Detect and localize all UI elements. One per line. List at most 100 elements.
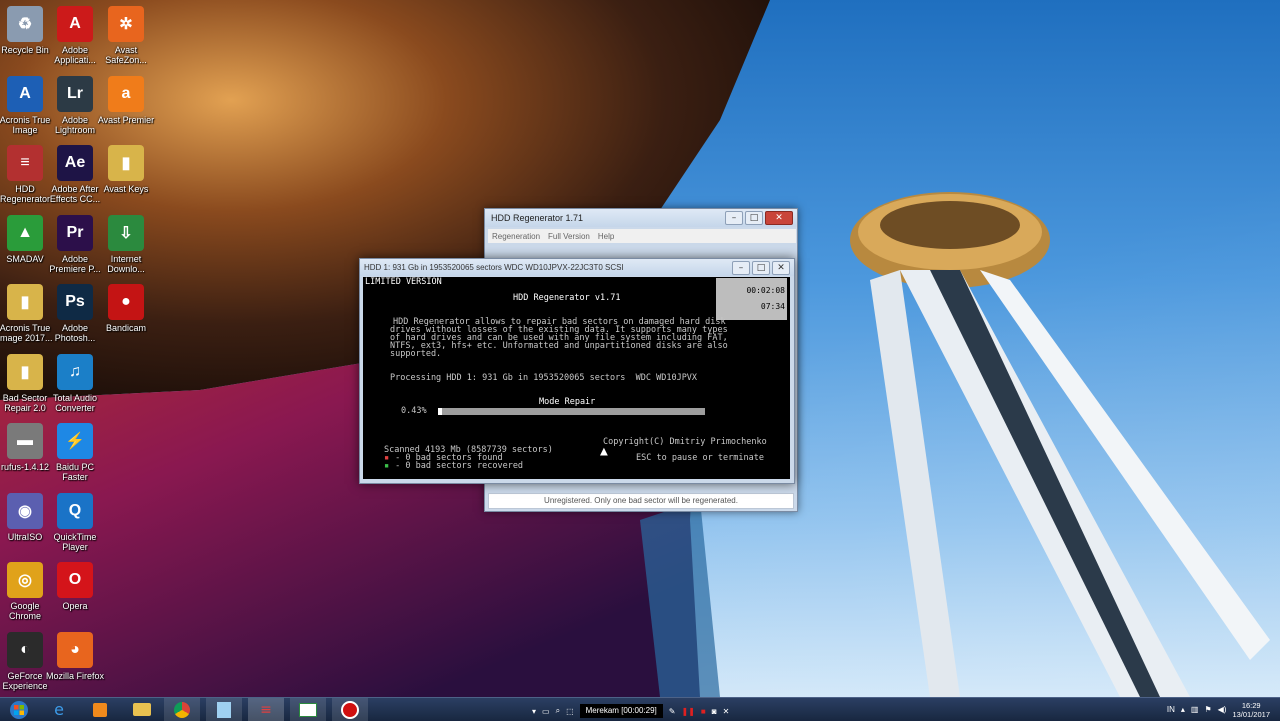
clock-time: 16:29 (1241, 700, 1261, 710)
photoshop-icon: Ps (57, 284, 93, 320)
geforce-icon: ◐ (7, 631, 43, 668)
recorder-zoom-icon[interactable]: ⌕ (556, 706, 560, 716)
chrome-taskbar-icon[interactable] (164, 698, 200, 721)
esc-hint: ESC to pause or terminate (636, 453, 764, 463)
bandicam-taskbar-icon[interactable] (332, 698, 368, 721)
volume-icon[interactable]: ◀) (1218, 705, 1227, 714)
chrome-icon: ◎ (7, 562, 43, 598)
recorder-close-icon[interactable]: ✕ (723, 707, 730, 716)
windows-logo-icon (10, 700, 28, 719)
minimize-button[interactable]: – (732, 261, 750, 275)
console-heading: HDD Regenerator v1.71 (513, 293, 621, 303)
recorder-window-icon[interactable]: ▭ (542, 707, 550, 716)
acronis-icon: A (7, 75, 43, 112)
recorder-menu-icon[interactable]: ▾ (532, 707, 536, 716)
lightroom-icon: Lr (57, 75, 93, 112)
desktop-icon-label: Opera (62, 601, 88, 611)
recorder-pen-icon[interactable]: ✎ (669, 707, 676, 716)
menu-full-version[interactable]: Full Version (548, 232, 590, 241)
menu-help[interactable]: Help (598, 232, 614, 241)
timer: 00:02:08 07:34 (715, 278, 787, 320)
hdd-regenerator-taskbar-icon[interactable]: ≡ (248, 698, 284, 721)
desktop-icon-label: QuickTime Player (53, 531, 97, 552)
desktop-icon[interactable]: ● Bandicam (95, 284, 157, 333)
folder-icon: ▮ (7, 353, 43, 390)
avast-icon: a (108, 75, 144, 112)
clock-date: 13/01/2017 (1232, 709, 1270, 719)
close-button[interactable]: ✕ (765, 211, 793, 225)
console-taskbar-icon[interactable] (290, 698, 326, 721)
folder-icon: ▮ (7, 284, 43, 320)
close-button[interactable]: ✕ (772, 261, 790, 275)
regeneration-console-window: HDD 1: 931 Gb in 1953520065 sectors WDC … (359, 258, 795, 484)
network-icon[interactable]: ▥ (1191, 705, 1199, 714)
file-explorer-icon[interactable] (128, 698, 156, 721)
desktop-icon-label: Total Audio Converter (52, 392, 98, 413)
language-indicator[interactable]: IN (1167, 705, 1175, 714)
mode-label: Mode Repair (539, 397, 596, 407)
clock[interactable]: 16:29 13/01/2017 (1232, 701, 1270, 719)
premiere-icon: Pr (57, 214, 93, 251)
notepad-taskbar-icon[interactable] (206, 698, 242, 721)
desktop-icon[interactable]: ⚡ Baidu PC Faster (44, 423, 106, 482)
desktop-icon-label: Avast Keys (103, 184, 149, 194)
desktop-icon[interactable]: ◕ Mozilla Firefox (44, 631, 106, 681)
baidu-icon: ⚡ (57, 423, 93, 459)
tray-arrow-icon[interactable]: ▴ (1181, 705, 1185, 714)
bandicam-icon: ● (108, 284, 144, 320)
system-tray: IN ▴ ▥ ⚑ ◀) 16:29 13/01/2017 (1167, 698, 1270, 721)
start-button[interactable] (2, 698, 36, 721)
progress-bar (438, 408, 705, 415)
recorder-pause-icon[interactable]: ❚❚ (681, 707, 694, 716)
mouse-cursor: ▲ (600, 444, 608, 459)
idm-icon: ⇩ (108, 214, 144, 251)
processing-line: Processing HDD 1: 931 Gb in 1953520065 s… (390, 373, 698, 383)
remaining-time: 07:34 (760, 302, 785, 311)
recovered-line: - 0 bad sectors recovered (390, 461, 524, 471)
desktop-icon[interactable]: a Avast Premier (95, 75, 157, 125)
desktop-icon-label: Bandicam (105, 323, 147, 333)
menu-bar: Regeneration Full Version Help (488, 229, 796, 243)
recorder-region-icon[interactable]: ⬚ (566, 707, 574, 716)
desktop-icon[interactable]: Q QuickTime Player (44, 492, 106, 552)
recording-timer: Merekam [00:00:29] (579, 704, 663, 718)
recorder-camera-icon[interactable]: ◙ (712, 707, 717, 716)
desktop-icon-label: Mozilla Firefox (45, 670, 104, 681)
audio-converter-icon: ♫ (57, 353, 93, 390)
recycle-bin-icon: ♻ (7, 6, 43, 42)
internet-explorer-icon[interactable]: e (44, 698, 74, 721)
recorder-stop-icon[interactable]: ■ (701, 707, 706, 716)
ultraiso-icon: ◉ (7, 492, 43, 529)
media-player-icon[interactable] (86, 698, 114, 721)
limited-version-label: LIMITED VERSION (365, 277, 442, 287)
opera-icon: O (57, 562, 93, 598)
progress-fill (438, 408, 442, 415)
console-output: LIMITED VERSION 00:02:08 07:34 HDD Regen… (363, 277, 790, 479)
adobe-icon: A (57, 6, 93, 42)
maximize-button[interactable]: □ (752, 261, 770, 275)
description-line: supported. (390, 349, 442, 359)
menu-regeneration[interactable]: Regeneration (492, 232, 540, 241)
title-bar[interactable]: HDD 1: 931 Gb in 1953520065 sectors WDC … (360, 259, 794, 276)
desktop-icon[interactable]: ♫ Total Audio Converter (44, 353, 106, 413)
desktop-icon-label: Avast Premier (97, 114, 155, 125)
desktop-icon[interactable]: ✲ Avast SafeZon... (95, 6, 157, 65)
recorder-bar: ▾ ▭ ⌕ ⬚ Merekam [00:00:29] ✎ ❚❚ ■ ◙ ✕ (532, 703, 729, 719)
hdd-regenerator-icon: ≡ (7, 145, 43, 181)
minimize-button[interactable]: – (725, 211, 743, 225)
status-bar: Unregistered. Only one bad sector will b… (488, 493, 794, 509)
desktop-icon[interactable]: ⇩ Internet Downlo... (95, 214, 157, 274)
quicktime-icon: Q (57, 492, 93, 529)
desktop-icon[interactable]: ▮ Avast Keys (95, 145, 157, 194)
folder-icon: ▮ (108, 145, 144, 181)
flag-icon[interactable]: ⚑ (1204, 705, 1211, 714)
window-title: HDD 1: 931 Gb in 1953520065 sectors WDC … (364, 263, 624, 272)
desktop-icon[interactable]: O Opera (44, 562, 106, 611)
smadav-icon: ▲ (7, 214, 43, 251)
maximize-button[interactable]: □ (745, 211, 763, 225)
after-effects-icon: Ae (57, 145, 93, 181)
recovered-marker: ▪ (384, 461, 390, 471)
desktop-icon-label: Baidu PC Faster (55, 462, 95, 482)
elapsed-time: 00:02:08 (746, 286, 785, 295)
avast-safezone-icon: ✲ (108, 6, 144, 42)
